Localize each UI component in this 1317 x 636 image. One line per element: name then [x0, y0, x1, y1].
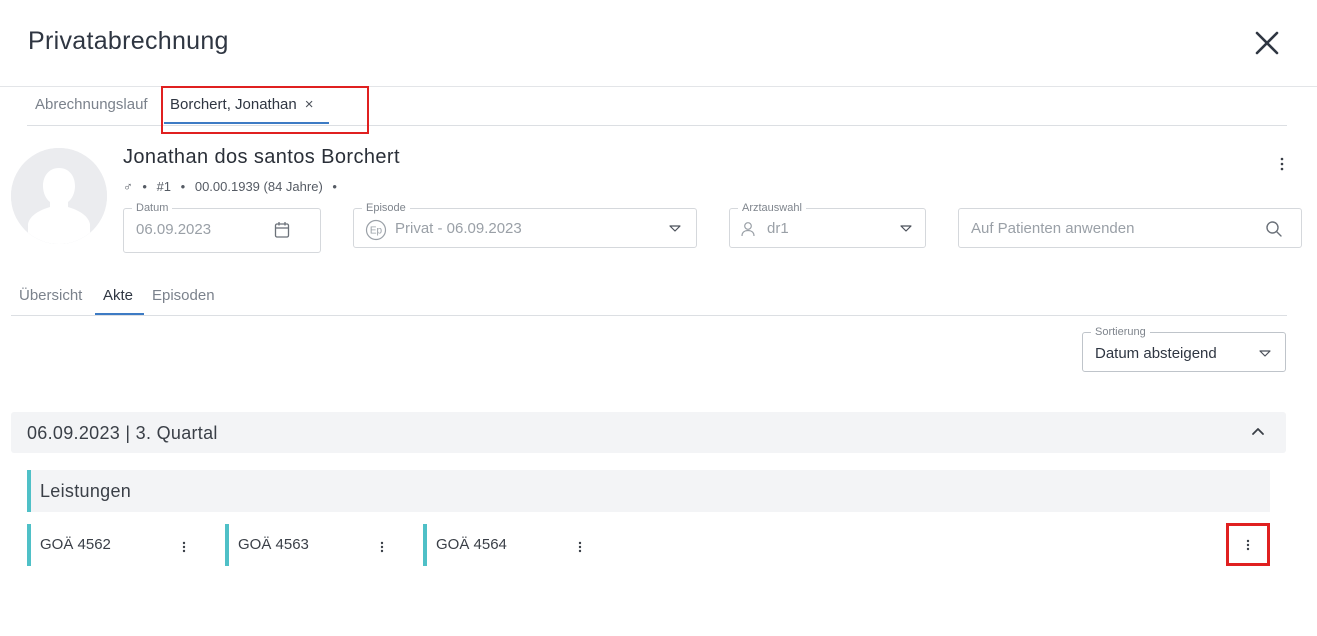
avatar: [11, 148, 107, 244]
chevron-down-icon: [669, 225, 681, 232]
kebab-icon[interactable]: [178, 539, 190, 555]
sort-label: Sortierung: [1091, 326, 1150, 338]
dialog-title: Privatabrechnung: [28, 27, 229, 55]
arzt-value: dr1: [767, 220, 789, 237]
kebab-icon: [1246, 539, 1250, 551]
apply-to-patient-search[interactable]: Auf Patienten anwenden: [958, 208, 1302, 248]
svg-text:Ep: Ep: [370, 226, 383, 237]
active-tab-indicator: [95, 313, 144, 315]
service-label: GOÄ 4562: [40, 536, 111, 553]
episode-label: Episode: [362, 202, 410, 214]
search-placeholder: Auf Patienten anwenden: [971, 220, 1135, 237]
services-group-header: Leistungen: [27, 470, 1270, 512]
chevron-down-icon: [900, 225, 912, 232]
arzt-select[interactable]: Arztauswahl dr1: [729, 202, 926, 248]
patient-name: Jonathan dos santos Borchert: [123, 146, 400, 168]
dialog-header: Privatabrechnung: [0, 0, 1317, 87]
arzt-label: Arztauswahl: [738, 202, 806, 214]
datum-label: Datum: [132, 202, 173, 214]
datum-field[interactable]: Datum 06.09.2023: [123, 202, 321, 253]
datum-value: 06.09.2023: [136, 221, 212, 238]
close-icon: [1255, 31, 1279, 55]
service-item[interactable]: GOÄ 4562: [27, 524, 197, 566]
episode-badge-icon: Ep: [365, 219, 387, 241]
quarter-header[interactable]: 06.09.2023 | 3. Quartal: [11, 412, 1286, 453]
episode-value: Privat - 06.09.2023: [395, 220, 522, 237]
record-tabs: Übersicht Akte Episoden: [11, 276, 1287, 316]
tab-akte[interactable]: Akte: [103, 287, 133, 304]
calendar-icon[interactable]: [274, 221, 290, 239]
person-icon: [741, 222, 755, 237]
meta-separator: •: [180, 179, 186, 194]
service-label: GOÄ 4564: [436, 536, 507, 553]
tab-abrechnungslauf[interactable]: Abrechnungslauf: [35, 96, 148, 113]
tab-episoden[interactable]: Episoden: [152, 287, 215, 304]
meta-separator: •: [142, 179, 147, 194]
service-item[interactable]: GOÄ 4563: [225, 524, 395, 566]
episode-select[interactable]: Episode Ep Privat - 06.09.2023: [353, 202, 697, 248]
tab-uebersicht[interactable]: Übersicht: [19, 287, 82, 304]
avatar-silhouette-icon: [11, 148, 107, 244]
patient-number: #1: [156, 179, 172, 194]
male-icon: ♂: [123, 179, 133, 194]
quarter-title: 06.09.2023 | 3. Quartal: [27, 423, 218, 443]
meta-separator: •: [332, 179, 337, 194]
patient-birthdate: 00.00.1939 (84 Jahre): [194, 179, 323, 194]
sort-value: Datum absteigend: [1095, 345, 1217, 362]
kebab-icon[interactable]: [574, 539, 586, 555]
close-button[interactable]: [1250, 26, 1284, 60]
service-label: GOÄ 4563: [238, 536, 309, 553]
patient-more-button[interactable]: [1274, 154, 1290, 174]
kebab-icon[interactable]: [376, 539, 388, 555]
sort-select[interactable]: Sortierung Datum absteigend: [1082, 326, 1286, 372]
search-icon[interactable]: [1265, 220, 1283, 238]
chevron-up-icon[interactable]: [1250, 424, 1266, 440]
services-more-button[interactable]: [1242, 537, 1254, 553]
group-title: Leistungen: [40, 481, 132, 501]
patient-meta: ♂ • #1 • 00.00.1939 (84 Jahre) •: [123, 179, 343, 194]
chevron-down-icon: [1259, 350, 1271, 357]
highlight-box: [161, 86, 369, 134]
kebab-icon: [1280, 157, 1284, 171]
service-item[interactable]: GOÄ 4564: [423, 524, 593, 566]
